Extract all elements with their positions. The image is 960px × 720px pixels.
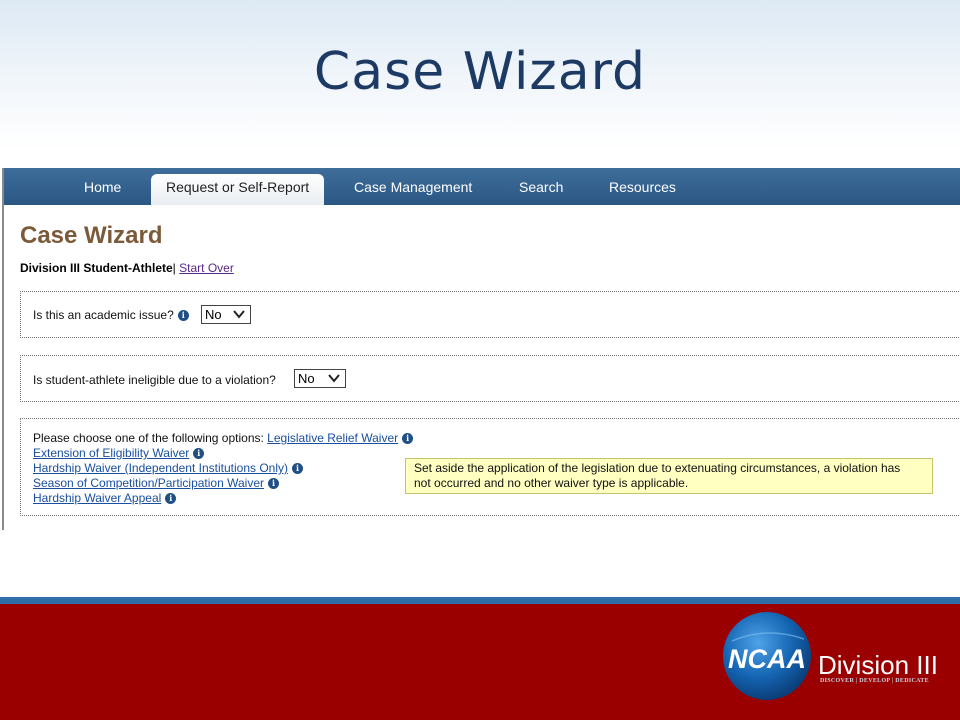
division-iii-label: Division III: [818, 650, 938, 680]
info-icon[interactable]: i: [193, 448, 205, 459]
nav-request-self-report[interactable]: Request or Self-Report: [151, 174, 325, 205]
slide-title: Case Wizard: [313, 42, 647, 102]
app-screenshot: Home Request or Self-Report Case Managem…: [2, 168, 960, 530]
nav-home[interactable]: Home: [84, 179, 121, 195]
select-value: No: [298, 371, 315, 386]
waiver-options-panel: Please choose one of the following optio…: [20, 418, 960, 516]
breadcrumb-current: Division III Student-Athlete: [20, 261, 173, 275]
question-label: Is student-athlete ineligible due to a v…: [33, 373, 276, 387]
nav-case-management[interactable]: Case Management: [354, 179, 472, 195]
nav-search[interactable]: Search: [519, 179, 563, 195]
hardship-waiver-independent-link[interactable]: Hardship Waiver (Independent Institution…: [33, 461, 288, 475]
start-over-link[interactable]: Start Over: [179, 261, 234, 275]
page-heading: Case Wizard: [20, 222, 163, 249]
ncaa-logo: NCAA: [723, 612, 811, 700]
top-nav: Home Request or Self-Report Case Managem…: [2, 168, 960, 205]
info-icon[interactable]: i: [177, 310, 189, 321]
info-icon[interactable]: i: [402, 433, 414, 444]
breadcrumb: Division III Student-Athlete| Start Over: [20, 261, 234, 275]
hardship-waiver-appeal-link[interactable]: Hardship Waiver Appeal: [33, 491, 161, 505]
season-of-competition-waiver-link[interactable]: Season of Competition/Participation Waiv…: [33, 476, 264, 490]
breadcrumb-separator: |: [172, 261, 176, 275]
footer-band: [0, 604, 960, 720]
footer-accent-line: [0, 597, 960, 604]
academic-issue-select[interactable]: No: [201, 305, 251, 324]
waiver-options-list: Please choose one of the following optio…: [33, 431, 414, 506]
legislative-relief-waiver-link[interactable]: Legislative Relief Waiver: [267, 431, 398, 445]
ineligible-violation-select[interactable]: No: [294, 369, 346, 388]
options-prompt: Please choose one of the following optio…: [33, 431, 264, 445]
chevron-down-icon: [233, 310, 245, 319]
question-academic-issue: Is this an academic issue? i No: [20, 291, 960, 338]
question-label: Is this an academic issue?: [33, 308, 174, 322]
question-ineligible-violation: Is student-athlete ineligible due to a v…: [20, 355, 960, 402]
ncaa-wordmark: NCAA: [728, 644, 806, 674]
info-icon[interactable]: i: [292, 463, 304, 474]
division-tagline: DISCOVER | DEVELOP | DEDICATE: [820, 678, 929, 684]
info-icon[interactable]: i: [268, 478, 279, 489]
chevron-down-icon: [328, 374, 340, 383]
nav-resources[interactable]: Resources: [609, 179, 676, 195]
screenshot-left-border: [2, 168, 4, 530]
select-value: No: [205, 307, 222, 322]
waiver-tooltip: Set aside the application of the legisla…: [405, 458, 933, 494]
tooltip-line: Set aside the application of the legisla…: [414, 461, 901, 475]
info-icon[interactable]: i: [165, 493, 177, 504]
extension-of-eligibility-waiver-link[interactable]: Extension of Eligibility Waiver: [33, 446, 189, 460]
tooltip-line: not occurred and no other waiver type is…: [414, 476, 689, 490]
